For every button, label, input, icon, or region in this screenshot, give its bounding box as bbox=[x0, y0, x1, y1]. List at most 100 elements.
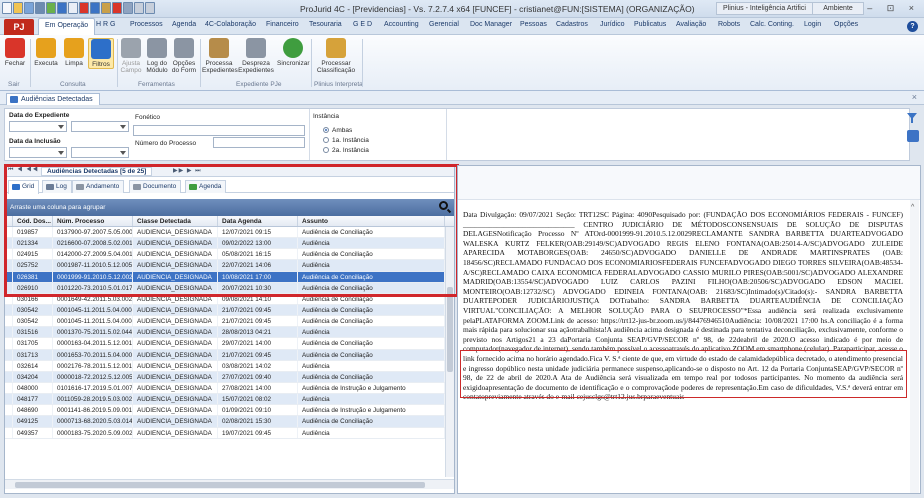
opcoes-form-button[interactable]: Opções do Form bbox=[171, 38, 197, 74]
document-tab-audiencias[interactable]: Audiências Detectadas bbox=[6, 93, 100, 105]
qat-save-icon[interactable] bbox=[57, 2, 67, 14]
close-tab-icon[interactable]: × bbox=[912, 92, 917, 102]
tab-juridico[interactable]: Jurídico bbox=[600, 21, 625, 28]
discard-icon bbox=[246, 38, 266, 58]
tab-avaliacao[interactable]: Avaliação bbox=[676, 21, 706, 28]
table-row[interactable]: 030542 0001045-11.2011.5.04.0004 AUDIENCIA… bbox=[5, 316, 445, 328]
tab-agenda[interactable]: Agenda bbox=[172, 21, 196, 28]
tab-financeiro[interactable]: Financeiro bbox=[266, 21, 299, 28]
qat-chart-icon[interactable] bbox=[123, 2, 133, 14]
limpa-button[interactable]: Limpa bbox=[62, 38, 86, 67]
fechar-button[interactable]: Fechar bbox=[4, 38, 26, 67]
tab-pessoas[interactable]: Pessoas bbox=[520, 21, 547, 28]
tab-opcoes[interactable]: Opções bbox=[834, 21, 858, 28]
qat-window-icon[interactable] bbox=[24, 2, 34, 14]
scroll-thumb[interactable] bbox=[447, 287, 453, 372]
table-cell: 0101616-17.2019.5.01.0071 bbox=[53, 382, 133, 394]
scroll-up-icon[interactable]: ^ bbox=[911, 204, 914, 211]
grid-horizontal-scrollbar[interactable] bbox=[5, 479, 454, 489]
tab-em-operacao[interactable]: Em Operação bbox=[38, 18, 96, 35]
table-row[interactable]: 032614 0002176-78.2011.5.12.0010 AUDIENCIA… bbox=[5, 360, 445, 372]
data-expediente-from[interactable] bbox=[9, 121, 67, 132]
clear-icon bbox=[64, 38, 84, 58]
table-cell: Audiência bbox=[298, 394, 445, 405]
table-cell: AUDIENCIA_DESIGNADA bbox=[133, 371, 218, 382]
despreza-expedientes-label: Despreza Expedientes bbox=[238, 60, 274, 74]
qat-search-icon[interactable] bbox=[68, 2, 78, 14]
tab-robots[interactable]: Robots bbox=[718, 21, 740, 28]
table-row[interactable]: 048177 0011059-28.2019.5.03.0028 AUDIENCIA… bbox=[5, 394, 445, 406]
qat-new-icon[interactable] bbox=[2, 2, 12, 14]
filter-settings-icon[interactable] bbox=[907, 130, 919, 142]
table-cell: 01/09/2021 09:10 bbox=[218, 405, 298, 416]
table-row[interactable]: 031516 0001370-75.2011.5.02.0445 AUDIENCIA… bbox=[5, 327, 445, 339]
quick-access-toolbar[interactable] bbox=[2, 2, 155, 16]
filtros-button[interactable]: Filtros bbox=[88, 38, 114, 69]
qat-open-icon[interactable] bbox=[13, 2, 23, 14]
tab-ged[interactable]: G E D bbox=[353, 21, 372, 28]
despreza-expedientes-button[interactable]: Despreza Expedientes bbox=[238, 38, 274, 74]
tab-accounting[interactable]: Accounting bbox=[384, 21, 419, 28]
qat-close-icon[interactable] bbox=[79, 2, 89, 14]
row-indicator bbox=[5, 416, 13, 427]
row-indicator bbox=[5, 394, 13, 405]
ajusta-campo-button[interactable]: Ajusta Campo bbox=[119, 38, 143, 74]
table-row[interactable]: 034204 0000018-72.2012.5.12.0056 AUDIENCIA… bbox=[5, 371, 445, 383]
tab-gerencial[interactable]: Gerencial bbox=[429, 21, 459, 28]
table-cell: Audiência de Conciliação bbox=[298, 371, 445, 382]
filter-group-box bbox=[309, 109, 447, 160]
table-row[interactable]: 049125 0000713-68.2020.5.03.0149 AUDIENCIA… bbox=[5, 416, 445, 428]
tab-calc-conting[interactable]: Calc. Conting. bbox=[750, 21, 794, 28]
adjust-icon bbox=[121, 38, 141, 58]
ambiente-button[interactable]: Ambiente bbox=[812, 2, 864, 15]
plinius-button[interactable]: Plinius - Inteligência Artifici bbox=[716, 2, 813, 15]
window-controls[interactable]: – ⊡ × bbox=[867, 3, 920, 14]
help-icon[interactable]: ? bbox=[907, 21, 918, 32]
tab-publicatus[interactable]: Publicatus bbox=[634, 21, 666, 28]
table-row[interactable]: 049357 0000183-75.2020.5.09.0024 AUDIENCIA… bbox=[5, 427, 445, 439]
document-tab-label: Audiências Detectadas bbox=[21, 96, 93, 103]
table-row[interactable]: 048690 0001141-86.2019.5.09.0010 AUDIENCIA… bbox=[5, 405, 445, 417]
group-separator bbox=[30, 39, 31, 87]
table-row[interactable]: 031713 0001653-70.2011.5.04.0009 AUDIENCIA… bbox=[5, 349, 445, 361]
tab-4c-colaboracao[interactable]: 4C-Colaboração bbox=[205, 21, 256, 28]
qat-filter-icon[interactable] bbox=[134, 2, 144, 14]
table-row[interactable]: 048000 0101616-17.2019.5.01.0071 AUDIENCIA… bbox=[5, 382, 445, 395]
processa-expedientes-button[interactable]: Processa Expedientes bbox=[202, 38, 238, 74]
tab-cadastros[interactable]: Cadastros bbox=[556, 21, 588, 28]
qat-report-icon[interactable] bbox=[90, 2, 100, 14]
table-cell: 031516 bbox=[13, 327, 53, 338]
qat-settings-icon[interactable] bbox=[145, 2, 155, 14]
table-cell: 0000163-04.2011.5.12.0012 bbox=[53, 338, 133, 349]
execute-icon bbox=[36, 38, 56, 58]
table-cell: 15/07/2021 08:02 bbox=[218, 394, 298, 405]
tab-processos[interactable]: Processos bbox=[130, 21, 163, 28]
qat-export-icon[interactable] bbox=[112, 2, 122, 14]
data-inclusao-from[interactable] bbox=[9, 147, 67, 158]
qat-print-icon[interactable] bbox=[101, 2, 111, 14]
table-cell: 27/08/2021 14:00 bbox=[218, 382, 298, 394]
numero-processo-input[interactable] bbox=[213, 137, 305, 148]
sincronizar-button[interactable]: Sincronizar bbox=[277, 38, 310, 67]
log-modulo-button[interactable]: Log do Módulo bbox=[145, 38, 169, 74]
fonetico-input[interactable] bbox=[133, 125, 305, 136]
group-separator bbox=[117, 39, 118, 87]
qat-grid-icon[interactable] bbox=[35, 2, 45, 14]
qat-check-icon[interactable] bbox=[46, 2, 56, 14]
table-row[interactable]: 030542 0001045-11.2011.5.04.0004 AUDIENCIA… bbox=[5, 304, 445, 317]
data-expediente-to[interactable] bbox=[71, 121, 129, 132]
table-cell: 034204 bbox=[13, 371, 53, 382]
table-row[interactable]: 031705 0000163-04.2011.5.12.0012 AUDIENCIA… bbox=[5, 338, 445, 350]
tab-doc-manager[interactable]: Doc Manager bbox=[470, 21, 512, 28]
executa-button[interactable]: Executa bbox=[33, 38, 59, 67]
processar-classificacao-button[interactable]: Processar Classificação bbox=[313, 38, 359, 74]
scroll-thumb[interactable] bbox=[15, 482, 425, 488]
filter-clear-icon[interactable] bbox=[907, 113, 917, 123]
document-tab-bar: Audiências Detectadas × bbox=[0, 91, 924, 105]
app-menu-button[interactable]: PJ bbox=[4, 19, 34, 35]
tab-hrg[interactable]: H R G bbox=[96, 21, 115, 28]
tab-login[interactable]: Login bbox=[804, 21, 821, 28]
detail-scrollbar[interactable]: ^ bbox=[910, 200, 919, 493]
tab-tesouraria[interactable]: Tesouraria bbox=[309, 21, 342, 28]
data-inclusao-to[interactable] bbox=[71, 147, 129, 158]
